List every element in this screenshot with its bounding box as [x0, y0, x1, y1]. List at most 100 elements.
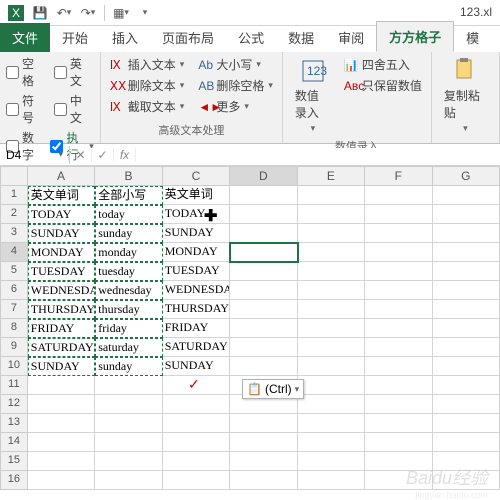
row-head[interactable]: 2: [0, 205, 28, 224]
save-icon[interactable]: 💾: [30, 3, 50, 23]
cell[interactable]: [95, 452, 162, 471]
cell[interactable]: [298, 300, 365, 319]
cell[interactable]: sunday: [95, 357, 162, 376]
row-head[interactable]: 16: [0, 471, 28, 490]
cell[interactable]: MONDAY: [28, 243, 95, 262]
cell[interactable]: [365, 224, 432, 243]
cell[interactable]: [298, 224, 365, 243]
cell[interactable]: 全部小写: [95, 186, 162, 205]
cell[interactable]: [365, 205, 432, 224]
cell[interactable]: 英文单词: [28, 186, 95, 205]
cell[interactable]: [298, 395, 365, 414]
cell[interactable]: SATURDAY: [28, 338, 95, 357]
cell[interactable]: [365, 319, 432, 338]
cell[interactable]: wednesday: [95, 281, 162, 300]
cell[interactable]: [230, 262, 297, 281]
cell[interactable]: SATURDAY: [163, 338, 230, 357]
cell[interactable]: FRIDAY: [163, 319, 230, 338]
btn-keepnum[interactable]: Aʙc只保留数值: [341, 76, 425, 95]
cell[interactable]: [230, 414, 297, 433]
row-head[interactable]: 5: [0, 262, 28, 281]
cell[interactable]: [95, 395, 162, 414]
cell[interactable]: SUNDAY: [163, 357, 230, 376]
tab-review[interactable]: 审阅: [326, 23, 376, 52]
cell[interactable]: [230, 243, 297, 262]
cell[interactable]: [365, 395, 432, 414]
formula-input[interactable]: [136, 148, 500, 162]
cell[interactable]: [230, 357, 297, 376]
cell[interactable]: [230, 186, 297, 205]
row-head[interactable]: 8: [0, 319, 28, 338]
cell[interactable]: [298, 186, 365, 205]
cell[interactable]: [230, 433, 297, 452]
cell[interactable]: [28, 395, 95, 414]
cell[interactable]: [433, 243, 500, 262]
chk-chn[interactable]: 中文: [54, 92, 94, 126]
cell[interactable]: [230, 338, 297, 357]
cell[interactable]: [298, 281, 365, 300]
confirm-icon[interactable]: ✓: [92, 148, 114, 162]
btn-delspace[interactable]: AB删除空格 ▾: [195, 76, 276, 95]
cell[interactable]: THURSDAY: [28, 300, 95, 319]
cell[interactable]: [95, 414, 162, 433]
cell[interactable]: [298, 414, 365, 433]
cell[interactable]: [28, 414, 95, 433]
chk-symbol[interactable]: 符号: [6, 92, 46, 126]
cell[interactable]: today: [95, 205, 162, 224]
btn-insert-text[interactable]: Ⅸ插入文本 ▾: [107, 55, 188, 74]
tab-layout[interactable]: 页面布局: [150, 23, 226, 52]
cell[interactable]: [298, 262, 365, 281]
row-head[interactable]: 4: [0, 243, 28, 262]
cell[interactable]: [298, 319, 365, 338]
btn-more[interactable]: ◄►更多 ▾: [195, 97, 276, 116]
cell[interactable]: [433, 433, 500, 452]
cell[interactable]: [230, 205, 297, 224]
col-E[interactable]: E: [298, 166, 365, 186]
cell[interactable]: saturday: [95, 338, 162, 357]
select-all-corner[interactable]: [0, 166, 28, 186]
cell[interactable]: [365, 338, 432, 357]
cell[interactable]: MONDAY: [163, 243, 230, 262]
cell[interactable]: [365, 243, 432, 262]
tab-more[interactable]: 模: [454, 23, 491, 52]
cell[interactable]: [433, 338, 500, 357]
cell[interactable]: [298, 433, 365, 452]
col-G[interactable]: G: [433, 166, 500, 186]
cell[interactable]: [365, 433, 432, 452]
cell[interactable]: [433, 300, 500, 319]
grid-icon[interactable]: ▦▾: [111, 3, 131, 23]
cell[interactable]: [28, 471, 95, 490]
row-head[interactable]: 6: [0, 281, 28, 300]
cell[interactable]: 英文单词: [163, 186, 230, 205]
cell[interactable]: [163, 433, 230, 452]
row-head[interactable]: 9: [0, 338, 28, 357]
cell[interactable]: [365, 300, 432, 319]
cell[interactable]: [433, 281, 500, 300]
cell[interactable]: THURSDAY: [163, 300, 230, 319]
cell[interactable]: [95, 471, 162, 490]
cell[interactable]: [298, 357, 365, 376]
cell[interactable]: monday: [95, 243, 162, 262]
cell[interactable]: FRIDAY: [28, 319, 95, 338]
col-D[interactable]: D: [230, 166, 297, 186]
cell[interactable]: [298, 338, 365, 357]
cell[interactable]: [163, 414, 230, 433]
cell[interactable]: tuesday: [95, 262, 162, 281]
cell[interactable]: [433, 186, 500, 205]
btn-delete-text[interactable]: ⅩⅩ删除文本 ▾: [107, 76, 188, 95]
cell[interactable]: [95, 433, 162, 452]
cell[interactable]: [28, 433, 95, 452]
cell[interactable]: [433, 319, 500, 338]
cell[interactable]: [365, 414, 432, 433]
tab-insert[interactable]: 插入: [100, 23, 150, 52]
col-C[interactable]: C: [163, 166, 230, 186]
name-box[interactable]: D4▾: [0, 146, 70, 164]
cell[interactable]: [230, 300, 297, 319]
undo-icon[interactable]: ↶▾: [54, 3, 74, 23]
row-head[interactable]: 12: [0, 395, 28, 414]
cell[interactable]: [298, 205, 365, 224]
cell[interactable]: [433, 205, 500, 224]
btn-case[interactable]: Ab大小写 ▾: [195, 55, 276, 74]
cell[interactable]: [365, 262, 432, 281]
row-head[interactable]: 15: [0, 452, 28, 471]
